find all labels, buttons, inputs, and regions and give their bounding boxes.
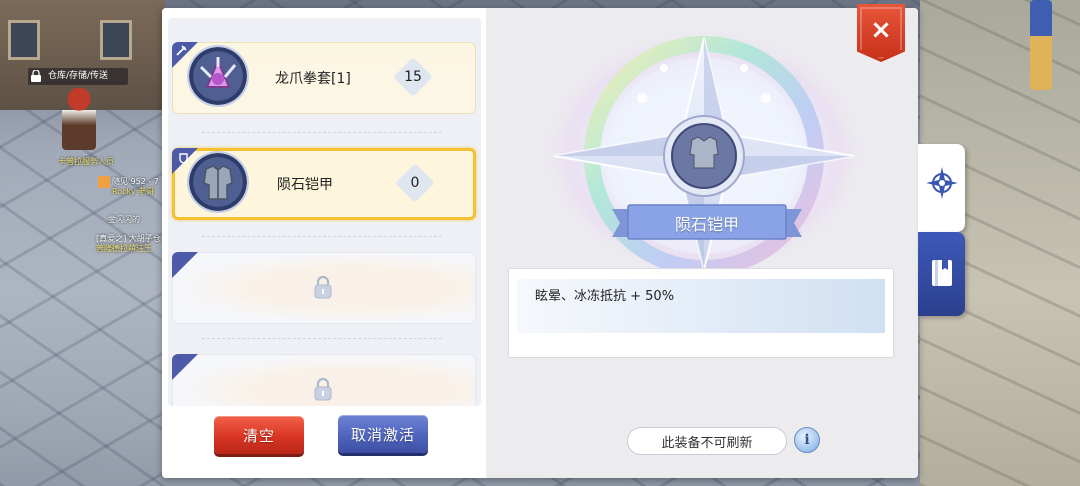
- compass-icon: [926, 167, 958, 199]
- equipment-slot[interactable]: 龙爪拳套[1] 15: [172, 42, 476, 114]
- slot-item-name: 龙爪拳套[1]: [275, 71, 351, 87]
- equipment-slot-selected[interactable]: 陨石铠甲 0: [172, 148, 476, 220]
- slot-divider: [202, 236, 442, 237]
- info-icon[interactable]: i: [794, 427, 820, 453]
- close-icon: ×: [870, 15, 892, 45]
- building-window: [100, 20, 132, 60]
- equipment-slot-list[interactable]: 龙爪拳套[1] 15 陨石铠甲 0: [168, 18, 481, 406]
- slot-corner-tag: [172, 354, 198, 380]
- building-window: [8, 20, 40, 60]
- refresh-status-text: 此装备不可刷新: [661, 435, 753, 451]
- equipment-slot-locked[interactable]: [172, 252, 476, 324]
- npc-name: 卡普拉服务人员: [58, 157, 114, 166]
- side-tab-book[interactable]: [918, 232, 965, 316]
- npc-menu-label[interactable]: 仓库/存储/传送: [28, 68, 128, 85]
- close-button[interactable]: ×: [857, 4, 905, 62]
- player-name: 普隆德拉萌汪王: [96, 244, 152, 253]
- player-name: 金闪闪的: [108, 215, 140, 224]
- equipment-list-column: 龙爪拳套[1] 15 陨石铠甲 0 清空 取消激活: [162, 8, 486, 478]
- meteor-armor-icon: [189, 153, 247, 211]
- slot-item-count: 0: [397, 165, 433, 201]
- player-name: Rocky 老哥: [112, 187, 155, 196]
- selected-item-name: 陨石铠甲: [674, 215, 739, 234]
- slot-item-name: 陨石铠甲: [277, 177, 333, 193]
- slot-corner-tag: [172, 252, 198, 278]
- clear-button[interactable]: 清空: [214, 416, 304, 454]
- armor-icon: [179, 153, 188, 164]
- cancel-activation-button[interactable]: 取消激活: [338, 415, 428, 453]
- slot-divider: [202, 338, 442, 339]
- lock-icon: [314, 275, 332, 299]
- slot-divider: [202, 132, 442, 133]
- weapon-icon: [176, 45, 187, 56]
- lock-bag-icon: [31, 70, 41, 82]
- equipment-detail-column: 陨石铠甲 眩晕、冰冻抵抗 + 50% 此装备不可刷新 i: [486, 8, 918, 478]
- street-lamp: [1030, 0, 1052, 90]
- slot-item-count: 15: [395, 59, 431, 95]
- item-effect-box: 眩晕、冰冻抵抗 + 50%: [508, 268, 894, 358]
- lock-icon: [314, 377, 332, 401]
- npc-character[interactable]: [62, 88, 96, 150]
- refresh-status-pill: 此装备不可刷新: [627, 427, 787, 455]
- book-icon: [932, 260, 952, 286]
- side-tab-compass[interactable]: [918, 144, 965, 232]
- player-avatar-icon: [98, 176, 110, 188]
- equipment-slot-locked[interactable]: [172, 354, 476, 406]
- item-effect-text: 眩晕、冰冻抵抗 + 50%: [535, 289, 675, 304]
- dragon-claw-gauntlet-icon: [189, 47, 247, 105]
- equipment-resonance-panel: 龙爪拳套[1] 15 陨石铠甲 0 清空 取消激活 陨石铠甲 眩晕、冰冻抵抗 +…: [162, 8, 918, 478]
